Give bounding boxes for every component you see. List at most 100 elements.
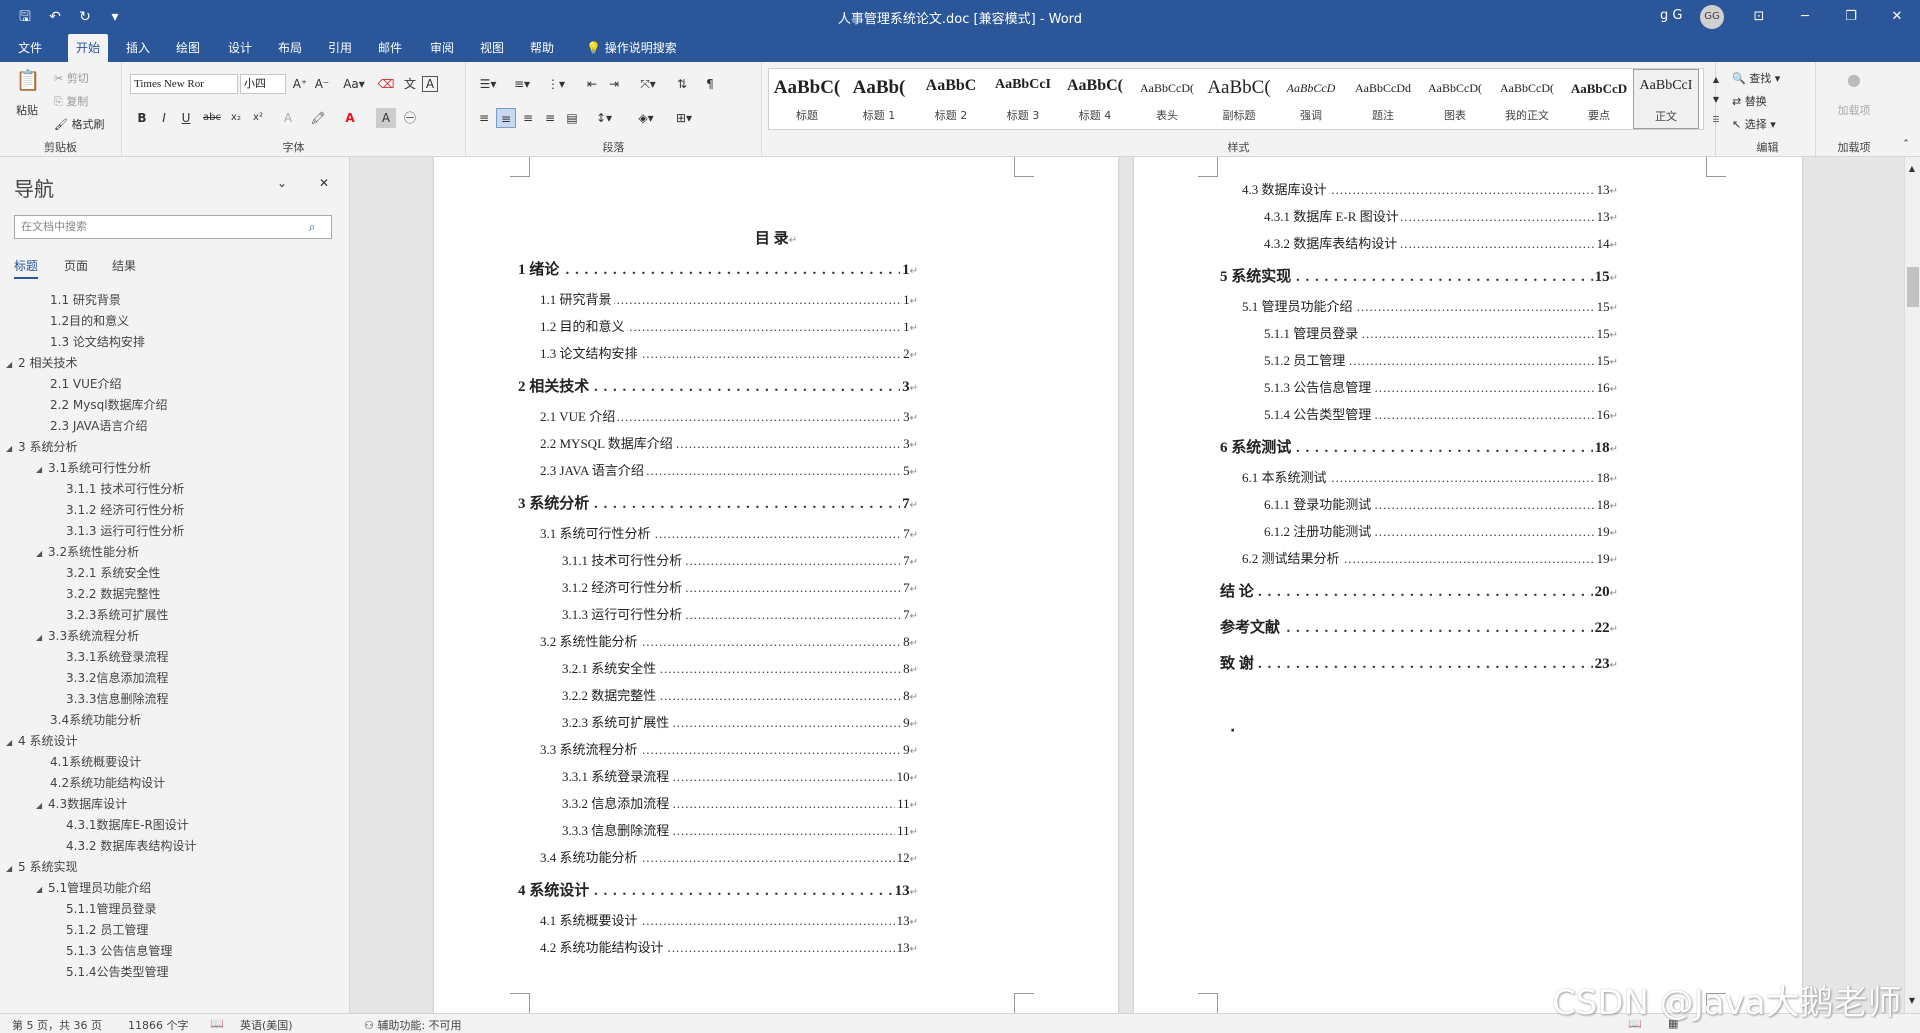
nav-heading-item[interactable]: ◢ 3.3系统流程分析	[36, 626, 139, 647]
style-chart[interactable]: AaBbCcD(图表	[1419, 69, 1491, 129]
toc-entry[interactable]: ........................................…	[1264, 233, 1618, 257]
style-normal[interactable]: AaBbCcI 正文	[1633, 69, 1699, 129]
toc-entry[interactable]: . . . . . . . . . . . . . . . . . . . . …	[1220, 653, 1618, 677]
nav-heading-item[interactable]: 4.3.2 数据库表结构设计	[66, 836, 196, 857]
toc-entry[interactable]: ........................................…	[540, 433, 918, 457]
language[interactable]: 英语(美国)	[240, 1017, 293, 1033]
align-right-icon[interactable]: ≡	[518, 108, 538, 128]
line-spacing-icon[interactable]: ↕▾	[590, 108, 618, 128]
toc-entry[interactable]: ........................................…	[562, 685, 918, 709]
expand-triangle-icon[interactable]: ◢	[6, 438, 18, 459]
font-name-box[interactable]: Times New Ror	[130, 74, 238, 94]
toc-entry[interactable]: ........................................…	[540, 739, 918, 763]
chinese-layout-icon[interactable]: ⤧▾	[634, 74, 662, 94]
style-subtitle[interactable]: AaBbC(副标题	[1203, 69, 1275, 129]
toc-entry[interactable]: ........................................…	[562, 577, 918, 601]
toc-entry[interactable]: . . . . . . . . . . . . . . . . . . . . …	[518, 880, 918, 904]
ribbon-display-icon[interactable]: ⊡	[1736, 0, 1782, 34]
expand-triangle-icon[interactable]: ◢	[36, 627, 48, 648]
nav-search-icon[interactable]: ⌕	[302, 217, 322, 237]
toc-entry[interactable]: . . . . . . . . . . . . . . . . . . . . …	[1220, 617, 1618, 641]
italic-icon[interactable]: I	[154, 108, 174, 128]
toc-entry[interactable]: . . . . . . . . . . . . . . . . . . . . …	[1220, 437, 1618, 461]
font-color-icon[interactable]: A	[340, 108, 360, 128]
clear-formatting-icon[interactable]: ⌫	[376, 74, 396, 94]
nav-search-input[interactable]: 在文档中搜索	[14, 215, 332, 239]
toc-entry[interactable]: ........................................…	[540, 631, 918, 655]
nav-heading-item[interactable]: 2.1 VUE介绍	[50, 374, 121, 395]
maximize-icon[interactable]: ❐	[1828, 0, 1874, 34]
page-count[interactable]: 第 5 页，共 36 页	[12, 1017, 102, 1033]
expand-triangle-icon[interactable]: ◢	[36, 543, 48, 564]
tab-draw[interactable]: 绘图	[172, 34, 204, 62]
proofing-icon[interactable]: 📖	[210, 1017, 224, 1030]
borders-icon[interactable]: ⊞▾	[670, 108, 698, 128]
style-emphasis[interactable]: AaBbCcD 强调	[1275, 69, 1347, 129]
toc-entry[interactable]: ........................................…	[1242, 296, 1618, 320]
highlight-icon[interactable]: 🖍	[308, 108, 328, 128]
tab-view[interactable]: 视图	[476, 34, 508, 62]
phonetic-guide-icon[interactable]: 文	[400, 74, 420, 94]
toc-entry[interactable]: ........................................…	[1264, 350, 1618, 374]
character-border-icon[interactable]: A	[422, 76, 438, 92]
justify-icon[interactable]: ≡	[540, 108, 560, 128]
bold-icon[interactable]: B	[132, 108, 152, 128]
multilevel-list-icon[interactable]: ⋮▾	[542, 74, 570, 94]
close-icon[interactable]: ✕	[1874, 0, 1920, 34]
nav-tab-headings[interactable]: 标题	[14, 257, 39, 279]
nav-heading-item[interactable]: ◢ 5 系统实现	[6, 857, 77, 878]
toc-entry[interactable]: ........................................…	[562, 658, 918, 682]
decrease-indent-icon[interactable]: ⇤	[582, 74, 602, 94]
style-heading-3[interactable]: AaBbCcI 标题 3	[987, 69, 1059, 129]
toc-entry[interactable]: ........................................…	[1264, 323, 1618, 347]
nav-heading-item[interactable]: 4.1系统概要设计	[50, 752, 141, 773]
tab-home[interactable]: 开始	[68, 34, 108, 62]
toc-entry[interactable]: ........................................…	[540, 523, 918, 547]
strikethrough-icon[interactable]: abc	[202, 108, 222, 128]
nav-heading-item[interactable]: 3.3.1系统登录流程	[66, 647, 169, 668]
minimize-icon[interactable]: ─	[1782, 0, 1828, 34]
style-my-body[interactable]: AaBbCcD(我的正文	[1491, 69, 1563, 129]
nav-heading-item[interactable]: 1.2目的和意义	[50, 311, 129, 332]
toc-entry[interactable]: ........................................…	[1264, 521, 1618, 545]
nav-heading-item[interactable]: 3.2.2 数据完整性	[66, 584, 160, 605]
style-heading-4[interactable]: AaBbC(标题 4	[1059, 69, 1131, 129]
format-painter-button[interactable]: 🖌 格式刷	[54, 116, 104, 132]
toc-entry[interactable]: . . . . . . . . . . . . . . . . . . . . …	[1220, 266, 1618, 290]
nav-tab-results[interactable]: 结果	[112, 257, 136, 274]
tab-design[interactable]: 设计	[224, 34, 256, 62]
tab-help[interactable]: 帮助	[526, 34, 558, 62]
scroll-thumb[interactable]	[1907, 267, 1919, 307]
toc-entry[interactable]: ........................................…	[1242, 179, 1618, 203]
toc-entry[interactable]: ........................................…	[540, 937, 918, 961]
style-key-point[interactable]: AaBbCcD 要点	[1563, 69, 1635, 129]
accessibility-status[interactable]: ⚇ 辅助功能: 不可用	[364, 1017, 462, 1033]
toc-entry[interactable]: ........................................…	[562, 712, 918, 736]
addin-icon[interactable]: ⬤	[1844, 70, 1864, 90]
toc-entry[interactable]: ........................................…	[562, 766, 918, 790]
tab-references[interactable]: 引用	[324, 34, 356, 62]
toc-entry[interactable]: . . . . . . . . . . . . . . . . . . . . …	[518, 259, 918, 283]
toc-entry[interactable]: ........................................…	[540, 343, 918, 367]
style-title[interactable]: AaBbC(标题	[771, 69, 843, 129]
subscript-icon[interactable]: x₂	[226, 108, 246, 128]
toc-entry[interactable]: ........................................…	[1264, 206, 1618, 230]
nav-heading-item[interactable]: ◢ 3.1系统可行性分析	[36, 458, 151, 479]
vertical-scrollbar[interactable]: ▲ ▼	[1904, 157, 1920, 1013]
enclose-characters-icon[interactable]: ㊀	[400, 108, 420, 128]
tell-me-search[interactable]: 💡 操作说明搜索	[582, 34, 681, 62]
align-left-icon[interactable]: ≡	[474, 108, 494, 128]
style-heading-2[interactable]: AaBbC 标题 2	[915, 69, 987, 129]
character-shading-icon[interactable]: A	[376, 108, 396, 128]
paste-icon[interactable]: 📋	[14, 70, 42, 98]
tab-layout[interactable]: 布局	[274, 34, 306, 62]
numbering-icon[interactable]: ≡▾	[508, 74, 536, 94]
increase-indent-icon[interactable]: ⇥	[604, 74, 624, 94]
expand-triangle-icon[interactable]: ◢	[6, 858, 18, 879]
paste-button[interactable]: 粘贴	[16, 102, 38, 118]
expand-triangle-icon[interactable]: ◢	[36, 459, 48, 480]
shrink-font-icon[interactable]: A⁻	[312, 74, 332, 94]
nav-heading-item[interactable]: 4.3.1数据库E-R图设计	[66, 815, 189, 836]
nav-heading-item[interactable]: ◢ 5.1管理员功能介绍	[36, 878, 151, 899]
nav-heading-item[interactable]: 5.1.3 公告信息管理	[66, 941, 172, 962]
